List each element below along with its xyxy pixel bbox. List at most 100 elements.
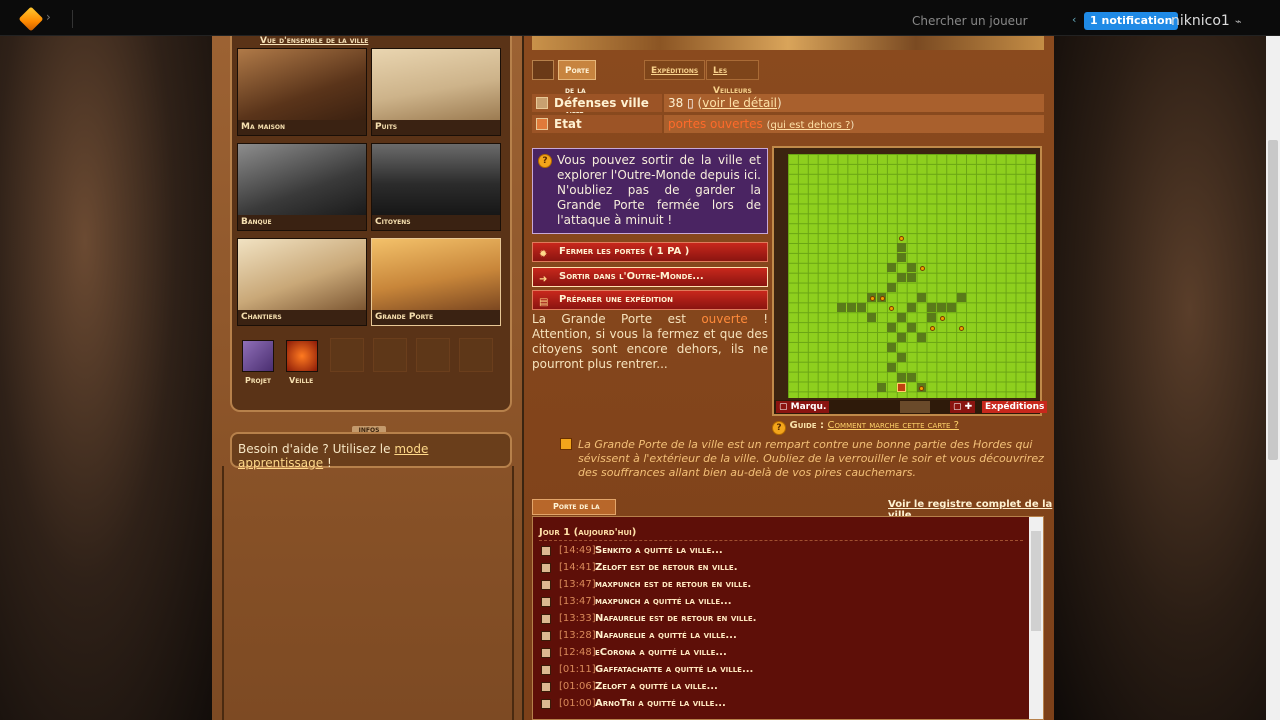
watch-icon[interactable] [286,340,318,372]
username[interactable]: niknico1 [1171,13,1230,29]
left-panel: Vue d'ensemble de la ville Ma maison Pui… [212,36,524,720]
map-guide-link[interactable]: Comment marche cette carte ? [828,420,959,431]
chevron-left-icon[interactable]: ‹ [1072,13,1076,26]
buildings-box: Vue d'ensemble de la ville Ma maison Pui… [230,36,512,412]
help-text: Besoin d'aide ? Utilisez le [238,442,391,456]
empty-slot [330,338,364,372]
help-icon: ? [538,154,552,168]
gear-icon: ✹ [539,249,548,260]
tile-label: Citoyens [372,215,500,230]
empty-slot [459,338,493,372]
tile-label: Ma maison [238,120,366,135]
empty-slot [373,338,407,372]
divider [222,466,224,720]
state-label: Etat [532,115,662,133]
info-box: ? Vous pouvez sortir de la ville et expl… [532,148,768,234]
gate-description: La Grande Porte est ouverte ! Attention,… [532,312,768,371]
citizens-image [372,144,500,216]
gate-tab-icon [532,60,554,80]
defense-detail-link[interactable]: voir le détail [702,96,777,110]
help-box: Besoin d'aide ? Utilisez le mode apprent… [230,432,512,470]
map-controls: ▢ Marqu. ▢ ✚ Expéditions [774,400,1048,414]
defense-value: 38 ▯ (voir le détail) [664,94,1044,112]
watch-label: Veille [289,376,314,385]
background-right [1054,36,1280,720]
tile-chantiers[interactable]: Chantiers [237,238,367,326]
tile-citoyens[interactable]: Citoyens [371,143,501,231]
defense-label: Défenses ville [532,94,662,112]
tile-puits[interactable]: Puits [371,48,501,136]
gate-image [372,239,500,311]
workshop-image [238,239,366,311]
log-day-header: Jour 1 (aujourd'hui) [539,527,637,538]
right-panel: Porte de la ville Expéditions Les Veille… [524,36,1054,720]
tile-ma-maison[interactable]: Ma maison [237,48,367,136]
scroll-icon [560,438,572,450]
tab-porte-de-la-ville[interactable]: Porte de la ville [558,60,597,116]
app-logo-icon[interactable] [18,6,44,32]
top-bar: › ‹ 1 notification niknico1 ⌁ [0,0,1280,36]
map-grid[interactable] [788,154,1036,398]
divider [72,10,73,28]
bank-image [238,144,366,216]
defense-icon [536,97,548,109]
project-icon[interactable] [242,340,274,372]
go-outside-button[interactable]: ➜ Sortir dans l'Outre-Monde... [532,267,768,287]
background-left [0,36,212,720]
door-icon [536,118,548,130]
help-suffix: ! [326,456,332,470]
divider [539,540,1023,541]
help-icon: ? [772,421,786,435]
gate-quote: La Grande Porte de la ville est un rempa… [578,438,1044,479]
tile-label: Puits [372,120,500,135]
outre-monde-map[interactable]: ▢ Marqu. ▢ ✚ Expéditions [772,146,1048,416]
log-entry: [12:48] eCorona a quitté la ville... [539,645,1023,661]
log-entry: [01:06] Zeloft a quitté la ville... [539,679,1023,695]
map-icon: ▤ [539,297,549,308]
tile-label: Grande Porte [372,310,500,325]
house-image [238,49,366,121]
close-doors-button[interactable]: ✹ Fermer les portes ( 1 PA ) [532,242,768,262]
arrow-right-icon: ➜ [539,274,548,285]
defense-row: Défenses ville 38 ▯ (voir le détail) [532,94,1044,112]
log-entry: [14:41] Zeloft est de retour en ville. [539,560,1023,576]
log-entry: [13:47] maxpunch a quitté la ville... [539,594,1023,610]
empty-slot [416,338,450,372]
tab-expeditions[interactable]: Expéditions [644,60,706,80]
log-tab[interactable]: Porte de la ville [532,499,616,525]
buildings-title-link[interactable]: Vue d'ensemble de la ville [260,36,368,46]
log-entry: [13:47] maxpunch est de retour en ville. [539,577,1023,593]
zoom-buttons[interactable]: ▢ ✚ [950,401,976,413]
chevron-right-icon[interactable]: › [46,10,51,24]
log-entry: [13:28] Nafaurelie a quitté la ville... [539,628,1023,644]
search-player-input[interactable] [912,11,1058,31]
divider [512,466,514,720]
tile-label: Banque [238,215,366,230]
info-text: Vous pouvez sortir de la ville et explor… [557,153,761,227]
log-scrollbar[interactable] [1029,517,1043,719]
tile-label: Chantiers [238,310,366,325]
tile-banque[interactable]: Banque [237,143,367,231]
map-guide: ? Guide : Comment marche cette carte ? [772,419,959,435]
log-entry: [14:49] Senkito a quitté la ville... [539,543,1023,559]
notification-badge[interactable]: 1 notification [1084,12,1179,30]
gate-log: Jour 1 (aujourd'hui) [14:49] Senkito a qu… [532,516,1044,720]
tile-grande-porte[interactable]: Grande Porte [371,238,501,326]
log-entry: [01:00] ArnoTri a quitté la ville... [539,696,1023,712]
map-expeditions-button[interactable]: Expéditions [982,401,1048,413]
markers-button[interactable]: ▢ Marqu. [776,401,830,413]
project-label: Projet [245,376,272,385]
user-menu-icon[interactable]: ⌁ [1235,15,1251,28]
page-scrollbar-thumb[interactable] [1268,140,1278,460]
town-marker[interactable] [897,383,906,392]
state-row: Etat portes ouvertes (qui est dehors ?) [532,115,1044,133]
well-image [372,49,500,121]
shield-icon: ▯ [687,96,694,110]
header-banner [532,36,1044,50]
state-value: portes ouvertes (qui est dehors ?) [664,115,1044,133]
tab-les-veilleurs[interactable]: Les Veilleurs [706,60,759,96]
log-entry: [01:11] Gaffatachatte a quitté la ville..… [539,662,1023,678]
who-is-out-link[interactable]: qui est dehors ? [771,120,851,131]
zoom-slider[interactable] [900,401,930,413]
prepare-expedition-button[interactable]: ▤ Préparer une expédition [532,290,768,310]
